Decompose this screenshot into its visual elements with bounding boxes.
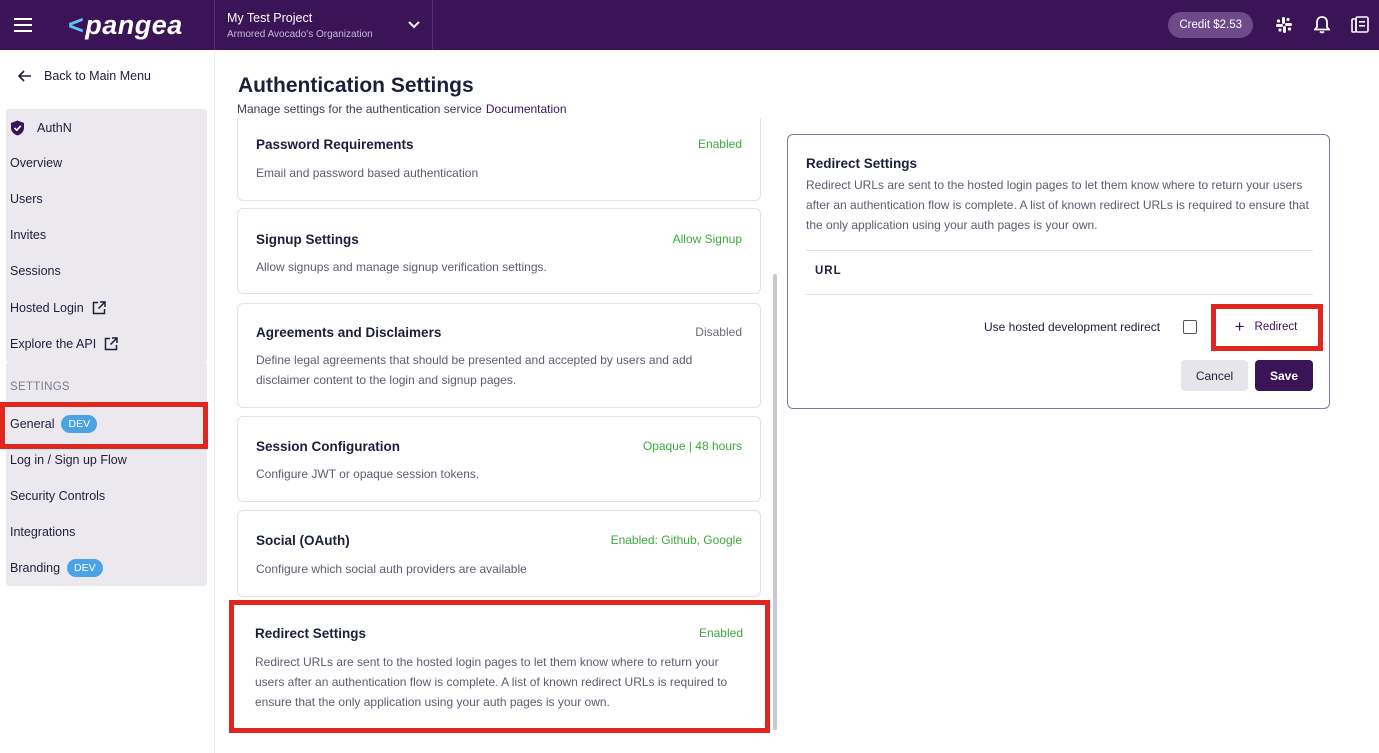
- card-redirect-settings[interactable]: Redirect Settings Enabled Redirect URLs …: [237, 604, 761, 729]
- notifications-button[interactable]: [1303, 0, 1341, 50]
- external-link-icon: [104, 337, 118, 351]
- logo-text: pangea: [85, 9, 183, 40]
- panel-title: Redirect Settings: [806, 156, 918, 171]
- sidebar: Back to Main Menu AuthN Overview Users I…: [0, 50, 215, 753]
- status-badge: Allow Signup: [672, 232, 742, 246]
- status-badge: Opaque | 48 hours: [642, 439, 742, 453]
- card-title: Agreements and Disclaimers: [256, 325, 442, 340]
- settings-nav-group: [6, 362, 207, 586]
- dev-badge: DEV: [67, 559, 103, 577]
- menu-icon: [14, 18, 32, 32]
- card-signup-settings[interactable]: Signup Settings Allow Signup Allow signu…: [237, 208, 761, 294]
- sidebar-item-label: General: [10, 417, 55, 431]
- card-title: Password Requirements: [256, 137, 414, 152]
- page-title: Authentication Settings: [238, 74, 474, 97]
- page-subtitle: Manage settings for the authentication s…: [237, 102, 567, 116]
- settings-section-label: SETTINGS: [10, 381, 70, 393]
- sidebar-item-login-signup-flow[interactable]: Log in / Sign up Flow: [10, 450, 127, 470]
- card-description: Define legal agreements that should be p…: [256, 353, 693, 387]
- sidebar-item-integrations[interactable]: Integrations: [10, 522, 75, 542]
- org-name: Armored Avocado's Organization: [227, 28, 373, 40]
- sidebar-item-label: Overview: [10, 156, 63, 170]
- sidebar-item-label: Sessions: [10, 264, 61, 278]
- status-badge: Enabled: [697, 137, 742, 151]
- chevron-down-icon: [408, 21, 420, 29]
- menu-button[interactable]: [0, 0, 46, 50]
- card-social-oauth[interactable]: Social (OAuth) Enabled: Github, Google C…: [237, 510, 761, 597]
- docs-button[interactable]: [1341, 0, 1379, 50]
- sidebar-service-authn[interactable]: AuthN: [10, 118, 72, 138]
- card-title: Redirect Settings: [255, 626, 367, 641]
- card-title: Signup Settings: [256, 232, 359, 247]
- cancel-button[interactable]: Cancel: [1181, 360, 1248, 391]
- sidebar-item-security-controls[interactable]: Security Controls: [10, 486, 105, 506]
- project-name: My Test Project: [227, 10, 313, 25]
- card-description: Allow signups and manage signup verifica…: [256, 260, 547, 274]
- add-redirect-button[interactable]: + Redirect: [1219, 310, 1313, 344]
- project-info: My Test Project Armored Avocado's Organi…: [227, 11, 373, 40]
- service-label: AuthN: [37, 121, 72, 135]
- panel-description: Redirect URLs are sent to the hosted log…: [806, 178, 1309, 232]
- shield-icon: [11, 120, 24, 136]
- sidebar-item-explore-api[interactable]: Explore the API: [10, 334, 118, 354]
- top-bar: < pangea My Test Project Armored Avocado'…: [0, 0, 1379, 50]
- card-description: Redirect URLs are sent to the hosted log…: [255, 655, 728, 709]
- dev-badge: DEV: [61, 415, 98, 433]
- sidebar-item-label: Hosted Login: [10, 301, 84, 315]
- arrow-left-icon: [18, 70, 31, 82]
- sidebar-item-label: Integrations: [10, 525, 76, 539]
- documentation-link[interactable]: Documentation: [486, 102, 567, 116]
- card-title: Social (OAuth): [256, 533, 350, 548]
- sidebar-item-label: Explore the API: [10, 337, 97, 351]
- status-badge: Enabled: [698, 626, 743, 640]
- divider: [806, 294, 1313, 295]
- sidebar-item-label: Branding: [10, 561, 61, 575]
- sidebar-item-invites[interactable]: Invites: [10, 225, 46, 245]
- card-agreements-disclaimers[interactable]: Agreements and Disclaimers Disabled Defi…: [237, 303, 761, 408]
- dev-redirect-checkbox[interactable]: [1183, 320, 1197, 334]
- save-button[interactable]: Save: [1255, 360, 1313, 391]
- card-session-configuration[interactable]: Session Configuration Opaque | 48 hours …: [237, 416, 761, 502]
- slack-icon: [1276, 17, 1292, 33]
- sidebar-item-overview[interactable]: Overview: [10, 153, 62, 173]
- card-description: Email and password based authentication: [256, 166, 479, 180]
- external-link-icon: [92, 301, 106, 315]
- project-selector[interactable]: My Test Project Armored Avocado's Organi…: [214, 0, 433, 50]
- card-description: Configure JWT or opaque session tokens.: [256, 467, 480, 481]
- dev-redirect-label: Use hosted development redirect: [984, 320, 1161, 334]
- sidebar-item-general[interactable]: General DEV: [10, 414, 98, 434]
- subtitle-text: Manage settings for the authentication s…: [237, 102, 482, 116]
- sidebar-item-branding[interactable]: Branding DEV: [10, 558, 103, 578]
- sidebar-item-hosted-login[interactable]: Hosted Login: [10, 298, 106, 318]
- back-label: Back to Main Menu: [44, 69, 151, 83]
- card-title: Session Configuration: [256, 439, 401, 454]
- logo-chevron: <: [68, 9, 85, 40]
- url-column-header: URL: [815, 265, 842, 277]
- divider: [806, 250, 1313, 251]
- pangea-logo[interactable]: < pangea: [46, 0, 214, 50]
- status-badge: Enabled: Github, Google: [610, 533, 742, 547]
- top-right-actions: Credit $2.53: [1168, 0, 1379, 50]
- status-badge: Disabled: [695, 325, 742, 339]
- back-to-main-menu[interactable]: Back to Main Menu: [0, 50, 214, 102]
- slack-button[interactable]: [1265, 0, 1303, 50]
- plus-icon: +: [1234, 317, 1245, 336]
- bell-icon: [1314, 16, 1330, 34]
- redirect-button-label: Redirect: [1254, 321, 1298, 333]
- card-description: Configure which social auth providers ar…: [256, 562, 527, 576]
- sidebar-item-users[interactable]: Users: [10, 189, 43, 209]
- card-password-requirements[interactable]: Password Requirements Enabled Email and …: [237, 118, 761, 201]
- docs-icon: [1351, 16, 1369, 33]
- redirect-settings-panel: Redirect Settings Redirect URLs are sent…: [787, 134, 1330, 409]
- scrollbar[interactable]: [773, 274, 777, 730]
- sidebar-item-label: Invites: [10, 228, 47, 242]
- sidebar-item-label: Log in / Sign up Flow: [10, 453, 127, 467]
- sidebar-item-label: Security Controls: [10, 489, 106, 503]
- sidebar-item-sessions[interactable]: Sessions: [10, 261, 61, 281]
- sidebar-item-label: Users: [10, 192, 43, 206]
- credit-badge[interactable]: Credit $2.53: [1168, 12, 1253, 38]
